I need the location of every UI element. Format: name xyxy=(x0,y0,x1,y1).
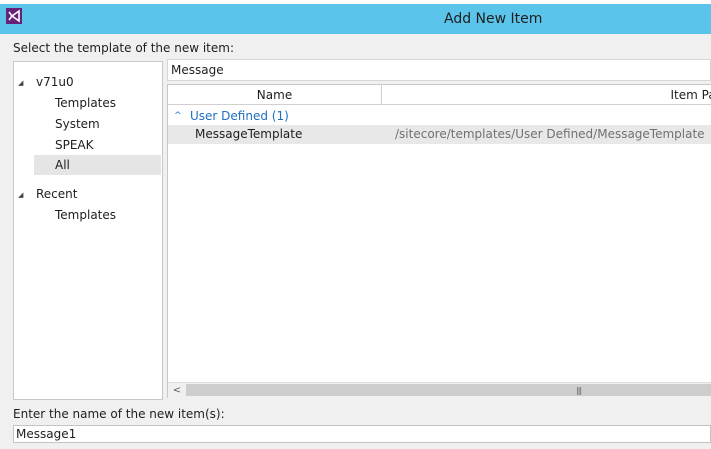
item-name-input[interactable]: Message1 xyxy=(13,425,711,443)
horizontal-scrollbar[interactable]: < ||| xyxy=(168,382,711,398)
tree-node-recent-templates[interactable]: Templates xyxy=(55,205,116,225)
tree-expander-icon[interactable]: ◢ xyxy=(18,191,23,199)
list-item[interactable]: MessageTemplate /sitecore/templates/User… xyxy=(168,125,711,144)
collapse-caret-icon[interactable]: ^ xyxy=(174,107,182,125)
title-bar: Add New Item xyxy=(0,4,711,34)
column-header-item-path[interactable]: Item Path xyxy=(382,85,711,105)
grip-icon: ||| xyxy=(576,386,582,395)
group-header-user-defined[interactable]: ^ User Defined (1) xyxy=(168,107,711,125)
tree-node-v71u0[interactable]: v71u0 xyxy=(36,72,74,92)
item-name: MessageTemplate xyxy=(195,127,303,141)
tree-node-system[interactable]: System xyxy=(55,114,100,134)
window-title: Add New Item xyxy=(444,11,543,27)
name-prompt: Enter the name of the new item(s): xyxy=(13,407,225,421)
template-prompt: Select the template of the new item: xyxy=(13,41,234,55)
template-list: Name Item Path ^ User Defined (1) Messag… xyxy=(167,84,711,398)
tree-node-templates[interactable]: Templates xyxy=(55,93,116,113)
tree-expander-icon[interactable]: ◢ xyxy=(18,79,23,87)
visual-studio-logo-icon xyxy=(6,8,22,24)
scroll-left-arrow-icon[interactable]: < xyxy=(170,383,184,398)
tree-node-recent[interactable]: Recent xyxy=(36,184,77,204)
column-header-name[interactable]: Name xyxy=(168,85,382,105)
tree-node-speak[interactable]: SPEAK xyxy=(55,135,94,155)
tree-node-all[interactable]: All xyxy=(34,155,161,175)
scrollbar-thumb[interactable]: ||| xyxy=(186,384,711,396)
item-path: /sitecore/templates/User Defined/Message… xyxy=(395,127,705,141)
template-search-input[interactable]: Message xyxy=(167,59,711,81)
template-tree: ◢ v71u0 Templates System SPEAK All ◢ Rec… xyxy=(13,61,163,400)
